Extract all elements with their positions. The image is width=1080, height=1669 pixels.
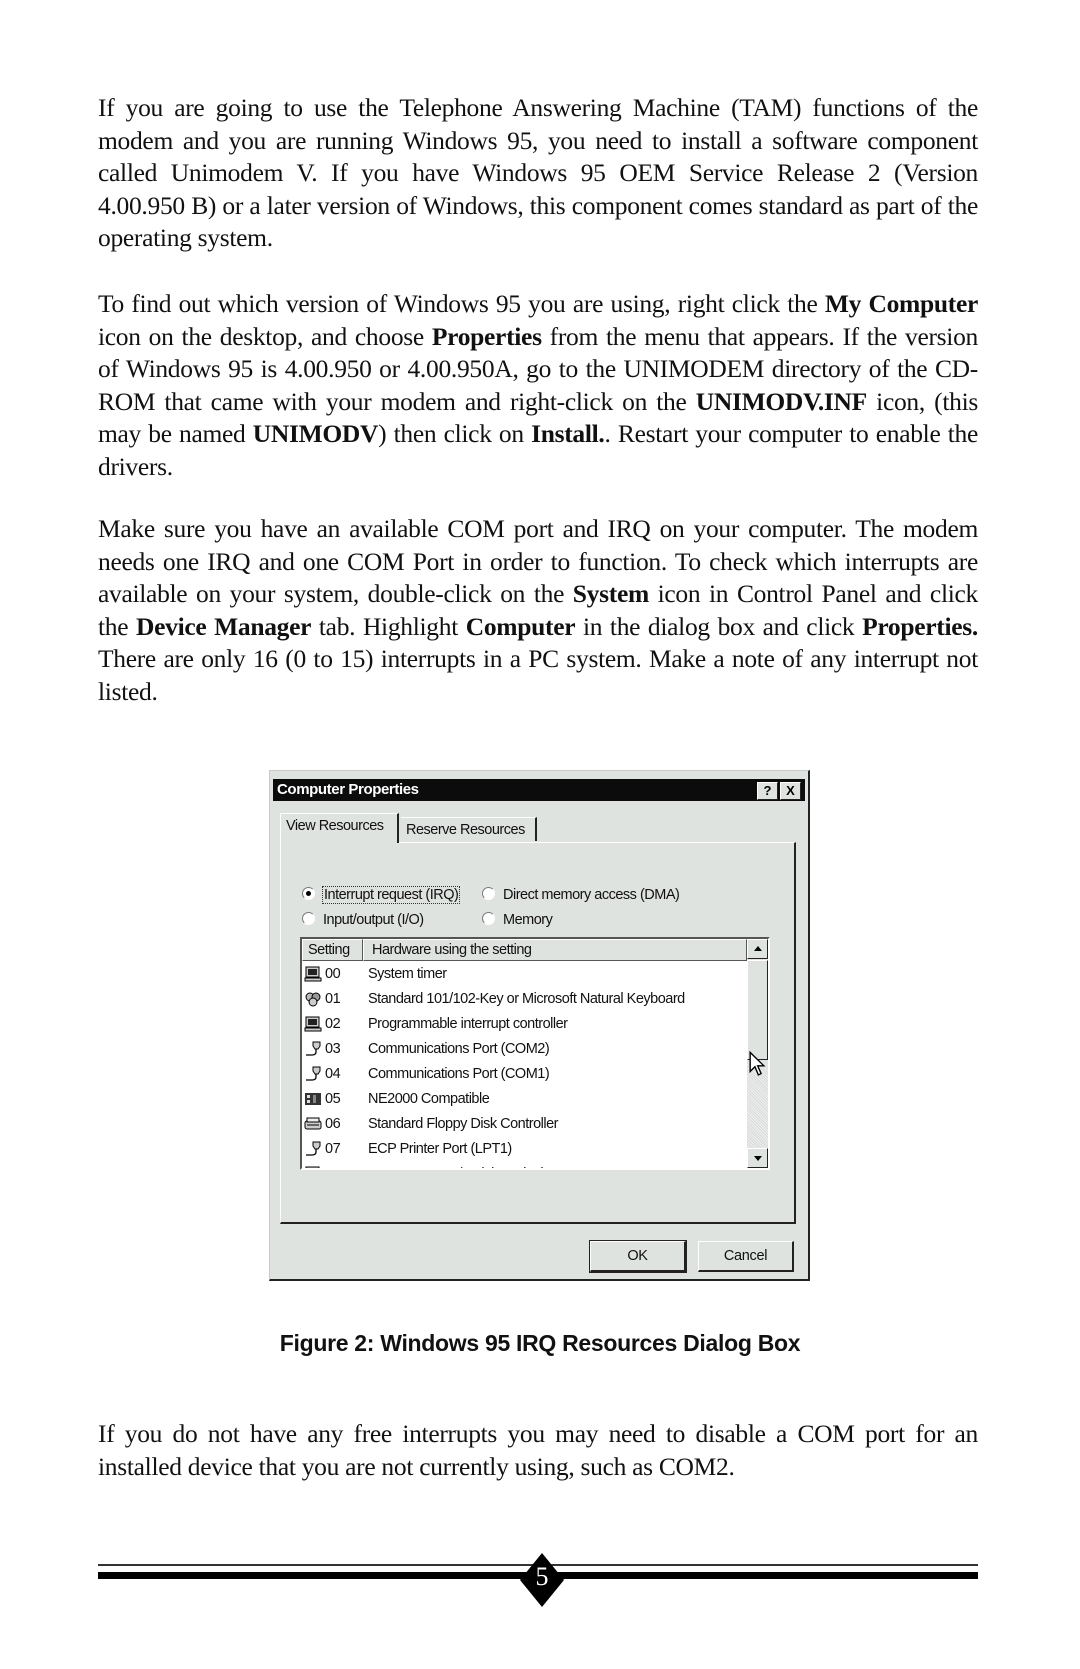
- resource-row[interactable]: 03 Communications Port (COM2): [302, 1037, 747, 1062]
- text: There are only 16 (0 to 15) interrupts i…: [98, 644, 978, 706]
- paragraph-irq-check: Make sure you have an available COM port…: [98, 513, 978, 709]
- scroll-down-button[interactable]: [747, 1148, 768, 1168]
- hardware-name: Standard 101/102-Key or Microsoft Natura…: [368, 991, 685, 1007]
- ok-button[interactable]: OK: [589, 1240, 687, 1273]
- radio-indicator: [302, 912, 315, 925]
- resource-row[interactable]: 00 System timer: [302, 962, 747, 987]
- scroll-thumb[interactable]: [747, 960, 768, 1060]
- radio-memory[interactable]: Memory: [482, 912, 553, 928]
- radio-label: Memory: [503, 912, 553, 928]
- dialog-titlebar: Computer Properties ? X: [273, 779, 805, 801]
- radio-indicator: [302, 887, 315, 900]
- close-button[interactable]: X: [780, 782, 801, 800]
- hardware-name: System CMOS/real time clock: [368, 1162, 548, 1168]
- irq-setting: 03: [325, 1041, 341, 1057]
- radio-label: Input/output (I/O): [323, 912, 424, 928]
- radio-io[interactable]: Input/output (I/O): [302, 912, 424, 928]
- tab-reserve-resources[interactable]: Reserve Resources: [401, 817, 537, 841]
- mouse-cursor-icon: [749, 1051, 766, 1076]
- bold-term: Computer: [465, 611, 576, 641]
- hardware-name: NE2000 Compatible: [368, 1091, 490, 1107]
- scroll-up-button[interactable]: [747, 939, 768, 959]
- resource-rows: 00 System timer 01 Standard 101/102-Key or …: [302, 962, 747, 1168]
- computer-icon: [304, 1166, 322, 1168]
- port-icon: [304, 1066, 322, 1082]
- irq-setting: 01: [325, 991, 341, 1007]
- irq-setting: 04: [325, 1066, 341, 1082]
- cancel-button[interactable]: Cancel: [698, 1241, 794, 1272]
- radio-irq[interactable]: Interrupt request (IRQ): [302, 886, 461, 904]
- resource-list[interactable]: Setting Hardware using the setting 00 Sys…: [300, 937, 770, 1170]
- bold-term: Properties.: [862, 611, 978, 641]
- irq-setting: 07: [325, 1141, 341, 1157]
- hardware-name: Communications Port (COM1): [368, 1066, 550, 1082]
- resource-row[interactable]: 02 Programmable interrupt controller: [302, 1012, 747, 1037]
- text: To find out which version of Windows 95 …: [98, 289, 825, 318]
- radio-indicator: [482, 912, 495, 925]
- floppy-controller-icon: [304, 1116, 322, 1132]
- text: icon on the desktop, and choose: [98, 321, 432, 351]
- view-resources-panel: Interrupt request (IRQ) Direct memory ac…: [280, 842, 796, 1224]
- resource-row[interactable]: 05 NE2000 Compatible: [302, 1087, 747, 1112]
- irq-setting: 00: [325, 966, 341, 982]
- resource-row[interactable]: 04 Communications Port (COM1): [302, 1062, 747, 1087]
- page-number: 5: [535, 1562, 549, 1591]
- dialog-title: Computer Properties: [277, 781, 419, 798]
- bold-term: Install.: [531, 419, 605, 449]
- bold-term: Device Manager: [135, 611, 312, 641]
- column-header-setting[interactable]: Setting: [302, 939, 363, 961]
- computer-icon: [304, 1016, 322, 1032]
- hardware-name: ECP Printer Port (LPT1): [368, 1141, 512, 1157]
- help-button[interactable]: ?: [757, 782, 778, 800]
- text: tab. Highlight: [311, 611, 466, 641]
- resource-row[interactable]: 07 ECP Printer Port (LPT1): [302, 1137, 747, 1162]
- text: in the dialog box and click: [575, 611, 863, 641]
- irq-setting: 05: [325, 1091, 341, 1107]
- port-icon: [304, 1041, 322, 1057]
- bold-term: Properties: [431, 321, 542, 351]
- irq-setting: 06: [325, 1116, 341, 1132]
- tab-view-resources[interactable]: View Resources: [280, 813, 399, 843]
- paragraph-tam-intro: If you are going to use the Telephone An…: [98, 93, 978, 253]
- network-card-icon: [304, 1091, 322, 1107]
- radio-indicator: [482, 887, 495, 900]
- bold-term: My Computer: [824, 289, 978, 318]
- keyboard-icon: [304, 991, 322, 1007]
- bold-term: System: [572, 579, 649, 609]
- paragraph-version-check: To find out which version of Windows 95 …: [98, 288, 978, 484]
- bold-term: UNIMODV.INF: [695, 386, 868, 416]
- irq-setting: 08: [325, 1162, 341, 1168]
- radio-dma[interactable]: Direct memory access (DMA): [482, 887, 680, 903]
- paragraph-free-interrupts: If you do not have any free interrupts y…: [98, 1419, 978, 1481]
- hardware-name: Communications Port (COM2): [368, 1041, 550, 1057]
- radio-label: Interrupt request (IRQ): [321, 886, 461, 904]
- bold-term: UNIMODV: [252, 419, 379, 449]
- hardware-name: Standard Floppy Disk Controller: [368, 1116, 559, 1132]
- port-icon: [304, 1141, 322, 1157]
- resource-row[interactable]: 01 Standard 101/102-Key or Microsoft Natu…: [302, 987, 747, 1012]
- figure-caption: Figure 2: Windows 95 IRQ Resources Dialo…: [279, 1330, 801, 1356]
- column-header-hardware[interactable]: Hardware using the setting: [363, 939, 747, 961]
- irq-setting: 02: [325, 1016, 341, 1032]
- radio-label: Direct memory access (DMA): [503, 887, 680, 903]
- resource-row[interactable]: 06 Standard Floppy Disk Controller: [302, 1112, 747, 1137]
- text: ) then click on: [378, 419, 532, 449]
- hardware-name: Programmable interrupt controller: [368, 1016, 568, 1032]
- computer-icon: [304, 966, 322, 982]
- hardware-name: System timer: [368, 966, 447, 982]
- computer-properties-dialog: Computer Properties ? X View Resources R…: [269, 770, 810, 1281]
- resource-row[interactable]: 08 System CMOS/real time clock: [302, 1162, 747, 1168]
